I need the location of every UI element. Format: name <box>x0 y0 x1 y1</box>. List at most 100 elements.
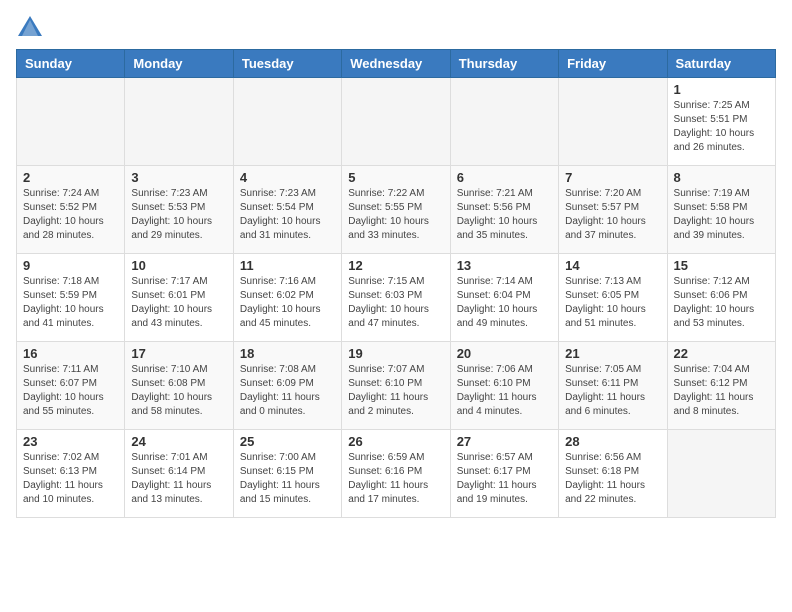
day-number: 10 <box>131 258 226 273</box>
calendar-cell: 9 Sunrise: 7:18 AM Sunset: 5:59 PM Daylig… <box>17 254 125 342</box>
day-info: Sunrise: 7:17 AM Sunset: 6:01 PM Dayligh… <box>131 275 226 331</box>
day-number: 22 <box>674 346 769 361</box>
day-number: 4 <box>240 170 335 185</box>
day-header-sunday: Sunday <box>17 50 125 78</box>
calendar-cell <box>17 78 125 166</box>
week-row-2: 2 Sunrise: 7:24 AM Sunset: 5:52 PM Daylig… <box>17 166 776 254</box>
day-info: Sunrise: 6:56 AM Sunset: 6:18 PM Dayligh… <box>565 451 660 507</box>
day-number: 23 <box>23 434 118 449</box>
calendar-cell: 1 Sunrise: 7:25 AM Sunset: 5:51 PM Daylig… <box>667 78 775 166</box>
day-number: 3 <box>131 170 226 185</box>
day-number: 13 <box>457 258 552 273</box>
day-info: Sunrise: 7:14 AM Sunset: 6:04 PM Dayligh… <box>457 275 552 331</box>
calendar-cell: 13 Sunrise: 7:14 AM Sunset: 6:04 PM Dayli… <box>450 254 558 342</box>
calendar-cell <box>125 78 233 166</box>
calendar-body: 1 Sunrise: 7:25 AM Sunset: 5:51 PM Daylig… <box>17 78 776 518</box>
day-info: Sunrise: 7:20 AM Sunset: 5:57 PM Dayligh… <box>565 187 660 243</box>
calendar-cell: 2 Sunrise: 7:24 AM Sunset: 5:52 PM Daylig… <box>17 166 125 254</box>
day-info: Sunrise: 7:16 AM Sunset: 6:02 PM Dayligh… <box>240 275 335 331</box>
day-number: 9 <box>23 258 118 273</box>
calendar-cell <box>342 78 450 166</box>
calendar-cell: 27 Sunrise: 6:57 AM Sunset: 6:17 PM Dayli… <box>450 430 558 518</box>
day-number: 11 <box>240 258 335 273</box>
day-info: Sunrise: 7:05 AM Sunset: 6:11 PM Dayligh… <box>565 363 660 419</box>
day-number: 12 <box>348 258 443 273</box>
day-info: Sunrise: 7:04 AM Sunset: 6:12 PM Dayligh… <box>674 363 769 419</box>
day-header-monday: Monday <box>125 50 233 78</box>
day-number: 7 <box>565 170 660 185</box>
week-row-4: 16 Sunrise: 7:11 AM Sunset: 6:07 PM Dayli… <box>17 342 776 430</box>
calendar-cell: 26 Sunrise: 6:59 AM Sunset: 6:16 PM Dayli… <box>342 430 450 518</box>
calendar-cell: 7 Sunrise: 7:20 AM Sunset: 5:57 PM Daylig… <box>559 166 667 254</box>
day-number: 25 <box>240 434 335 449</box>
day-header-saturday: Saturday <box>667 50 775 78</box>
week-row-3: 9 Sunrise: 7:18 AM Sunset: 5:59 PM Daylig… <box>17 254 776 342</box>
day-number: 18 <box>240 346 335 361</box>
week-row-1: 1 Sunrise: 7:25 AM Sunset: 5:51 PM Daylig… <box>17 78 776 166</box>
day-info: Sunrise: 7:01 AM Sunset: 6:14 PM Dayligh… <box>131 451 226 507</box>
logo-icon <box>18 16 42 36</box>
calendar-cell: 19Sunrise: 7:07 AM Sunset: 6:10 PM Dayli… <box>342 342 450 430</box>
day-info: Sunrise: 7:08 AM Sunset: 6:09 PM Dayligh… <box>240 363 335 419</box>
day-number: 26 <box>348 434 443 449</box>
calendar-cell: 21 Sunrise: 7:05 AM Sunset: 6:11 PM Dayli… <box>559 342 667 430</box>
day-info: Sunrise: 7:19 AM Sunset: 5:58 PM Dayligh… <box>674 187 769 243</box>
day-number: 21 <box>565 346 660 361</box>
calendar-cell: 28Sunrise: 6:56 AM Sunset: 6:18 PM Dayli… <box>559 430 667 518</box>
day-info: Sunrise: 6:57 AM Sunset: 6:17 PM Dayligh… <box>457 451 552 507</box>
calendar-cell <box>667 430 775 518</box>
calendar-cell: 11 Sunrise: 7:16 AM Sunset: 6:02 PM Dayli… <box>233 254 341 342</box>
day-info: Sunrise: 7:11 AM Sunset: 6:07 PM Dayligh… <box>23 363 118 419</box>
day-info: Sunrise: 7:06 AM Sunset: 6:10 PM Dayligh… <box>457 363 552 419</box>
day-header-tuesday: Tuesday <box>233 50 341 78</box>
calendar-cell: 3 Sunrise: 7:23 AM Sunset: 5:53 PM Daylig… <box>125 166 233 254</box>
day-number: 15 <box>674 258 769 273</box>
calendar-table: SundayMondayTuesdayWednesdayThursdayFrid… <box>16 49 776 518</box>
day-info: Sunrise: 7:00 AM Sunset: 6:15 PM Dayligh… <box>240 451 335 507</box>
day-header-wednesday: Wednesday <box>342 50 450 78</box>
day-info: Sunrise: 7:07 AM Sunset: 6:10 PM Dayligh… <box>348 363 443 419</box>
day-info: Sunrise: 7:21 AM Sunset: 5:56 PM Dayligh… <box>457 187 552 243</box>
day-info: Sunrise: 7:24 AM Sunset: 5:52 PM Dayligh… <box>23 187 118 243</box>
day-info: Sunrise: 7:22 AM Sunset: 5:55 PM Dayligh… <box>348 187 443 243</box>
day-info: Sunrise: 6:59 AM Sunset: 6:16 PM Dayligh… <box>348 451 443 507</box>
day-number: 20 <box>457 346 552 361</box>
calendar-cell: 23 Sunrise: 7:02 AM Sunset: 6:13 PM Dayli… <box>17 430 125 518</box>
day-header-row: SundayMondayTuesdayWednesdayThursdayFrid… <box>17 50 776 78</box>
logo <box>16 16 42 41</box>
day-info: Sunrise: 7:02 AM Sunset: 6:13 PM Dayligh… <box>23 451 118 507</box>
day-header-thursday: Thursday <box>450 50 558 78</box>
calendar-header: SundayMondayTuesdayWednesdayThursdayFrid… <box>17 50 776 78</box>
calendar-cell: 18 Sunrise: 7:08 AM Sunset: 6:09 PM Dayli… <box>233 342 341 430</box>
day-number: 2 <box>23 170 118 185</box>
day-number: 27 <box>457 434 552 449</box>
day-number: 24 <box>131 434 226 449</box>
day-info: Sunrise: 7:18 AM Sunset: 5:59 PM Dayligh… <box>23 275 118 331</box>
calendar-cell <box>233 78 341 166</box>
calendar-cell: 4 Sunrise: 7:23 AM Sunset: 5:54 PM Daylig… <box>233 166 341 254</box>
calendar-cell: 14 Sunrise: 7:13 AM Sunset: 6:05 PM Dayli… <box>559 254 667 342</box>
day-info: Sunrise: 7:10 AM Sunset: 6:08 PM Dayligh… <box>131 363 226 419</box>
day-info: Sunrise: 7:12 AM Sunset: 6:06 PM Dayligh… <box>674 275 769 331</box>
week-row-5: 23 Sunrise: 7:02 AM Sunset: 6:13 PM Dayli… <box>17 430 776 518</box>
day-number: 16 <box>23 346 118 361</box>
day-number: 1 <box>674 82 769 97</box>
day-info: Sunrise: 7:25 AM Sunset: 5:51 PM Dayligh… <box>674 99 769 155</box>
calendar-cell: 17 Sunrise: 7:10 AM Sunset: 6:08 PM Dayli… <box>125 342 233 430</box>
day-info: Sunrise: 7:23 AM Sunset: 5:53 PM Dayligh… <box>131 187 226 243</box>
day-number: 6 <box>457 170 552 185</box>
calendar-cell: 15 Sunrise: 7:12 AM Sunset: 6:06 PM Dayli… <box>667 254 775 342</box>
day-number: 17 <box>131 346 226 361</box>
day-number: 5 <box>348 170 443 185</box>
day-number: 14 <box>565 258 660 273</box>
logo-wordmark <box>16 16 42 41</box>
calendar-cell: 25 Sunrise: 7:00 AM Sunset: 6:15 PM Dayli… <box>233 430 341 518</box>
day-number: 8 <box>674 170 769 185</box>
day-info: Sunrise: 7:13 AM Sunset: 6:05 PM Dayligh… <box>565 275 660 331</box>
calendar-cell: 16 Sunrise: 7:11 AM Sunset: 6:07 PM Dayli… <box>17 342 125 430</box>
day-info: Sunrise: 7:23 AM Sunset: 5:54 PM Dayligh… <box>240 187 335 243</box>
day-info: Sunrise: 7:15 AM Sunset: 6:03 PM Dayligh… <box>348 275 443 331</box>
calendar-cell: 8 Sunrise: 7:19 AM Sunset: 5:58 PM Daylig… <box>667 166 775 254</box>
calendar-cell <box>559 78 667 166</box>
calendar-cell: 20 Sunrise: 7:06 AM Sunset: 6:10 PM Dayli… <box>450 342 558 430</box>
